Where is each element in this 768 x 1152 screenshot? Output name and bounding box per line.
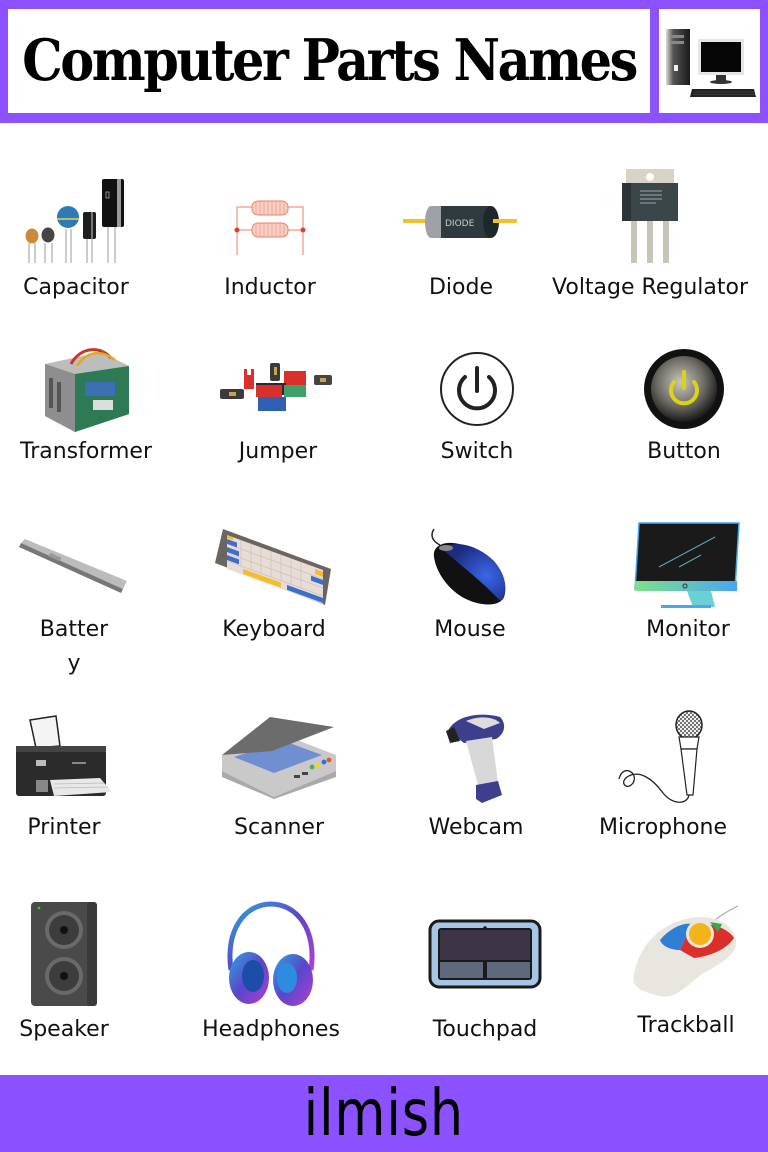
part-label: Voltage Regulator	[552, 275, 748, 300]
desktop-computer-icon	[665, 29, 756, 97]
transformer-icon	[45, 348, 129, 432]
part-card-printer: Printer	[0, 703, 160, 845]
barcode-scanner-icon	[446, 714, 505, 803]
part-label: Scanner	[233, 815, 324, 840]
part-label: Battery	[39, 617, 109, 676]
part-label: Speaker	[19, 1017, 109, 1042]
diode-icon: DIODE	[403, 206, 517, 238]
footer-banner: ilmish	[0, 1075, 768, 1152]
part-card-keyboard: Keyboard	[178, 521, 370, 647]
part-card-mouse: Mouse	[374, 521, 566, 647]
parts-grid: Capacitor Inductor DIODE Diode Voltage R…	[0, 123, 768, 1075]
part-card-trackball: Trackball	[590, 895, 768, 1043]
part-label: Transformer	[19, 439, 152, 464]
monitor-icon	[634, 522, 740, 608]
part-label: Switch	[440, 439, 514, 464]
headphones-icon	[227, 901, 315, 1006]
part-card-inductor: Inductor	[174, 173, 366, 305]
printer-icon	[16, 715, 112, 796]
capacitor-icon	[25, 179, 124, 263]
scanner-icon	[222, 717, 336, 799]
part-card-voltage-regulator: Voltage Regulator	[552, 163, 748, 305]
part-card-diode: DIODE Diode	[365, 173, 557, 305]
part-label: Inductor	[224, 275, 316, 300]
part-label: Trackball	[637, 1013, 735, 1038]
part-label: Webcam	[428, 815, 524, 840]
part-label: Monitor	[646, 617, 730, 642]
battery-icon	[19, 539, 127, 593]
part-label: Microphone	[598, 815, 728, 840]
inductor-icon	[234, 200, 306, 255]
trackball-icon	[633, 905, 739, 997]
part-card-microphone: Microphone	[567, 703, 759, 845]
part-card-capacitor: Capacitor	[0, 173, 172, 305]
keyboard-icon	[215, 529, 331, 605]
part-card-touchpad: Touchpad	[389, 895, 581, 1047]
part-label: Headphones	[202, 1017, 340, 1042]
part-label: Button	[647, 439, 721, 464]
power-switch-icon	[440, 352, 514, 426]
mouse-icon	[431, 528, 506, 605]
part-card-jumper: Jumper	[182, 343, 374, 469]
part-card-battery: Battery	[0, 521, 170, 681]
part-label: Capacitor	[23, 275, 129, 300]
part-label: Touchpad	[432, 1017, 538, 1042]
logo-box	[659, 9, 760, 113]
header-banner: Computer Parts Names	[0, 0, 768, 123]
part-card-scanner: Scanner	[183, 703, 375, 845]
part-label: Keyboard	[222, 617, 326, 642]
diode-marking: DIODE	[445, 219, 475, 229]
part-card-webcam: Webcam	[380, 703, 572, 845]
touchpad-icon	[428, 919, 542, 989]
part-card-button: Button	[588, 343, 768, 469]
part-label: Jumper	[238, 439, 318, 464]
part-label: Mouse	[434, 617, 506, 642]
power-button-icon	[644, 349, 724, 429]
part-label: Diode	[428, 275, 493, 300]
brand-name: ilmish	[303, 1076, 465, 1151]
part-card-switch: Switch	[381, 343, 573, 469]
part-label: Printer	[27, 815, 101, 840]
title-box: Computer Parts Names	[8, 9, 650, 113]
speaker-icon	[31, 902, 97, 1006]
voltage-regulator-icon	[622, 169, 678, 263]
jumper-icon	[220, 363, 332, 411]
part-card-monitor: Monitor	[592, 521, 768, 647]
microphone-icon	[618, 710, 703, 803]
part-card-headphones: Headphones	[175, 895, 367, 1047]
part-card-transformer: Transformer	[0, 343, 182, 469]
page-title: Computer Parts Names	[22, 27, 638, 95]
part-card-speaker: Speaker	[0, 895, 160, 1047]
